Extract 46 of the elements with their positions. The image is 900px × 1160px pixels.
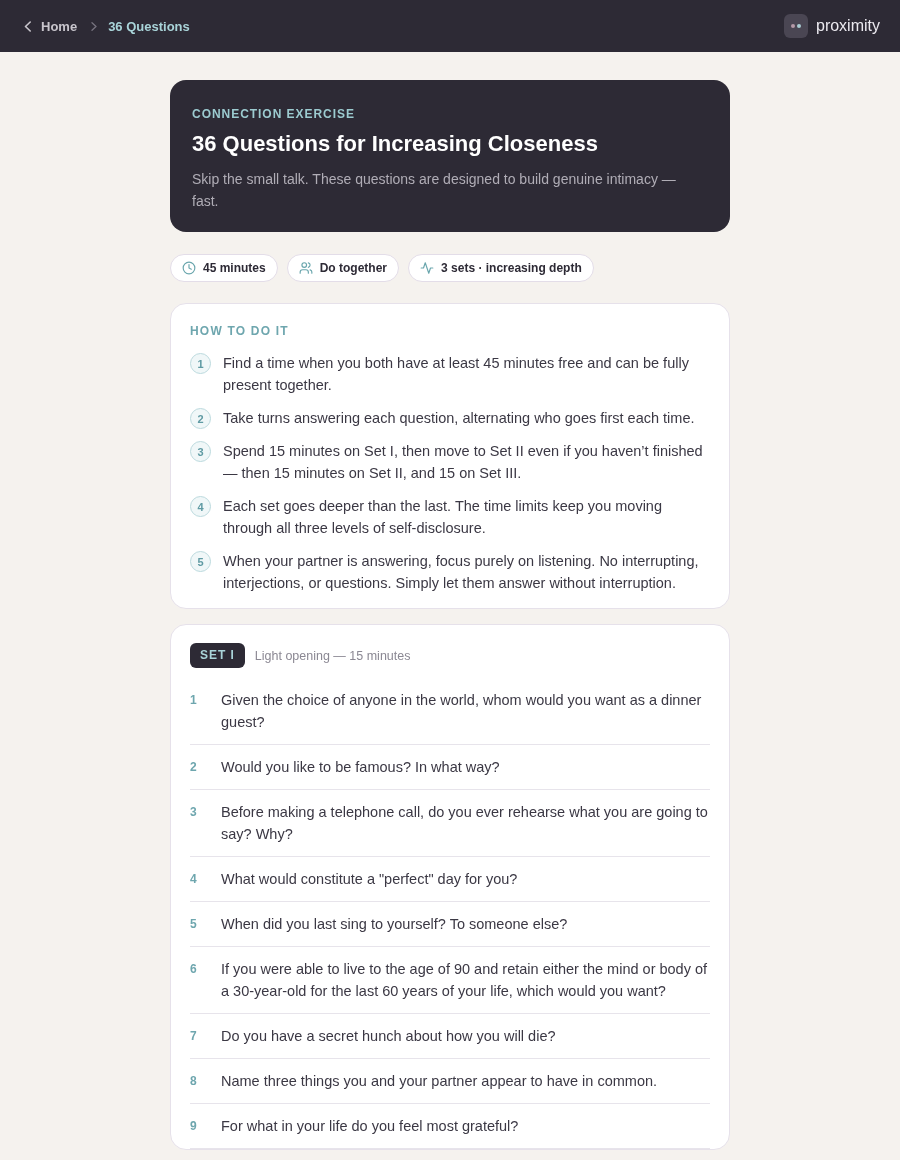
hero-eyebrow: CONNECTION EXERCISE — [192, 107, 356, 122]
hero-title: 36 Questions for Increasing Closeness — [192, 130, 599, 158]
people-icon — [298, 261, 313, 275]
step-number: 5 — [190, 551, 211, 572]
set-badge: SET I — [190, 643, 245, 668]
chevron-left-icon — [24, 20, 32, 32]
brand-name: proximity — [816, 17, 880, 35]
logo-icon — [784, 14, 808, 38]
step-text: Take turns answering each question, alternating who goes first each time. — [223, 409, 696, 428]
info-chip: 3 sets · increasing depth — [408, 254, 594, 282]
clock-icon — [182, 261, 196, 275]
question-number: 2 — [190, 759, 197, 776]
question-number: 1 — [190, 692, 197, 709]
step-number: 1 — [190, 353, 211, 374]
question-text: For what in your life do you feel most grateful? — [221, 1117, 520, 1136]
pulse-icon — [420, 261, 435, 275]
question-number: 9 — [190, 1118, 197, 1135]
info-chip: Do together — [286, 254, 400, 282]
question-text: Would you like to be famous? In what way? — [221, 758, 501, 777]
question-text: Given the choice of anyone in the world, whom would you want as a dinner guest? — [221, 691, 703, 732]
question-number: 3 — [190, 804, 197, 821]
chevron-right-icon — [91, 21, 98, 31]
question-text: When did you last sing to yourself? To someone else? — [221, 915, 569, 934]
question-text: Before making a telephone call, do you ever rehearse what you are going to say? Why? — [221, 803, 709, 844]
set-subtitle: Light opening — 15 minutes — [254, 648, 411, 663]
question-number: 6 — [190, 961, 197, 978]
info-chip: 45 minutes — [170, 254, 278, 282]
question-number: 8 — [190, 1073, 197, 1090]
step-number: 2 — [190, 408, 211, 429]
breadcrumb-current: 36 Questions — [108, 18, 190, 34]
question-text: If you were able to live to the age of 90 and retain either the mind or body of a 30-year-old for the last 60 years of your life, which would you want? — [221, 960, 709, 1001]
step-number: 4 — [190, 496, 211, 517]
hero-subtitle: Skip the small talk. These questions are designed to build genuine intimacy — fast. — [192, 170, 677, 211]
question-text: Name three things you and your partner appear to have in common. — [221, 1072, 659, 1091]
step-number: 3 — [190, 441, 211, 462]
question-number: 5 — [190, 916, 197, 933]
step-text: Find a time when you both have at least 45 minutes free and can be fully present together. — [223, 354, 690, 395]
step-text: When your partner is answering, focus purely on listening. No interrupting, interjections, or questions. Simply let them answer without interruption. — [223, 552, 700, 593]
question-text: Do you have a secret hunch about how you will die? — [221, 1027, 557, 1046]
question-number: 7 — [190, 1028, 197, 1045]
step-text: Each set goes deeper than the last. The time limits keep you moving through all three levels of self-disclosure. — [223, 497, 663, 538]
section-heading: HOW TO DO IT — [190, 324, 290, 339]
question-number: 4 — [190, 871, 197, 888]
home-link[interactable]: Home — [24, 18, 78, 34]
question-text: What would constitute a "perfect" day for you? — [221, 870, 519, 889]
step-text: Spend 15 minutes on Set I, then move to Set II even if you haven’t finished — then 15 minutes on Set II, and 15 on Set III. — [223, 442, 704, 483]
